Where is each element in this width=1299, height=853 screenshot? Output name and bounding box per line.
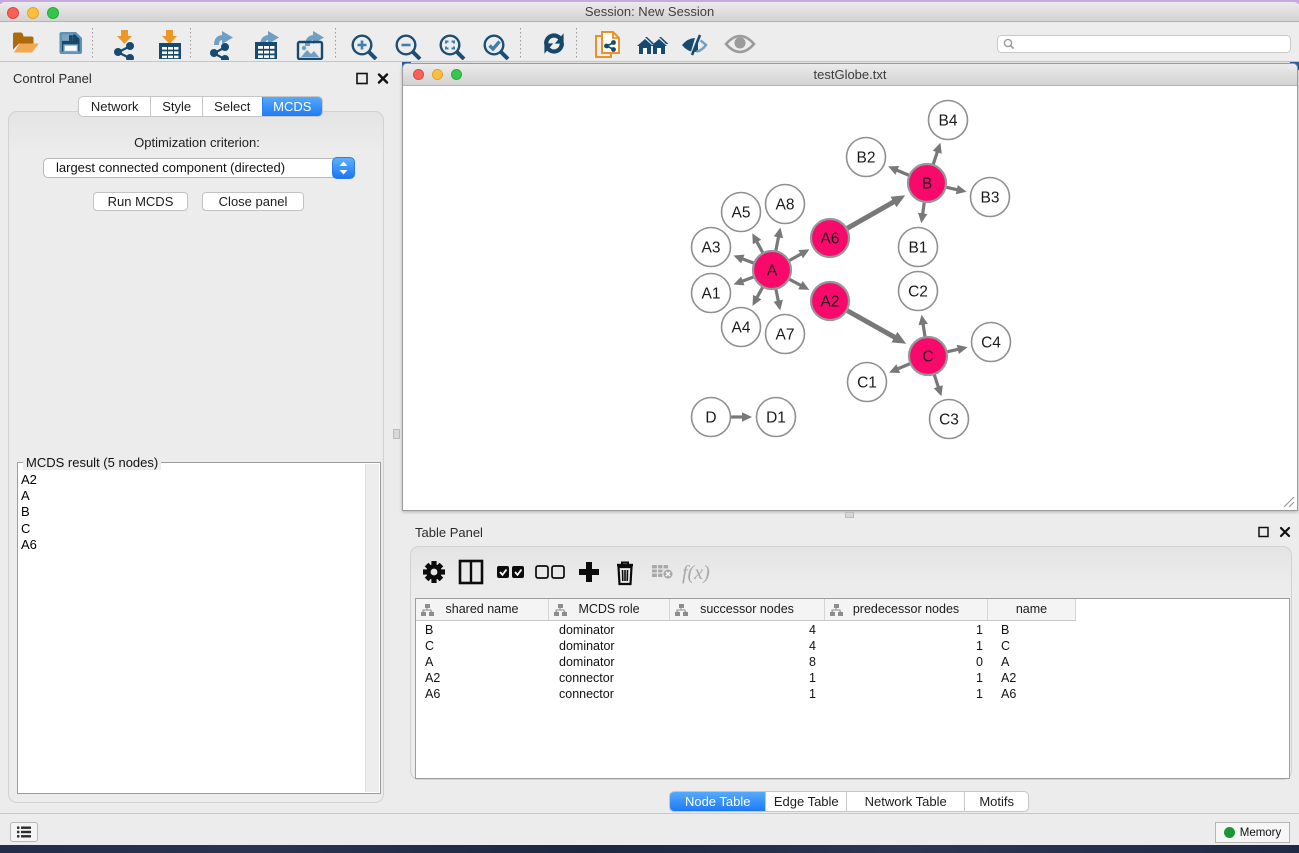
svg-text:A1: A1 [702, 286, 721, 303]
svg-text:B1: B1 [909, 240, 928, 257]
svg-text:D1: D1 [766, 410, 786, 427]
svg-text:B2: B2 [857, 150, 876, 167]
svg-text:C1: C1 [857, 375, 877, 392]
svg-text:C2: C2 [908, 284, 928, 301]
svg-text:A7: A7 [776, 327, 795, 344]
svg-text:A3: A3 [702, 240, 721, 257]
svg-text:D: D [705, 410, 716, 427]
svg-text:A2: A2 [821, 294, 840, 311]
svg-text:A5: A5 [732, 205, 751, 222]
svg-text:C3: C3 [939, 412, 959, 429]
svg-text:A6: A6 [821, 231, 840, 248]
svg-text:B3: B3 [981, 190, 1000, 207]
svg-text:C: C [922, 349, 933, 366]
svg-text:C4: C4 [981, 335, 1001, 352]
svg-text:A4: A4 [732, 320, 751, 337]
svg-text:B4: B4 [939, 113, 958, 130]
svg-text:A8: A8 [776, 197, 795, 214]
svg-text:A: A [767, 263, 778, 280]
svg-text:B: B [922, 176, 932, 193]
svg-text:f(x): f(x) [682, 562, 710, 584]
